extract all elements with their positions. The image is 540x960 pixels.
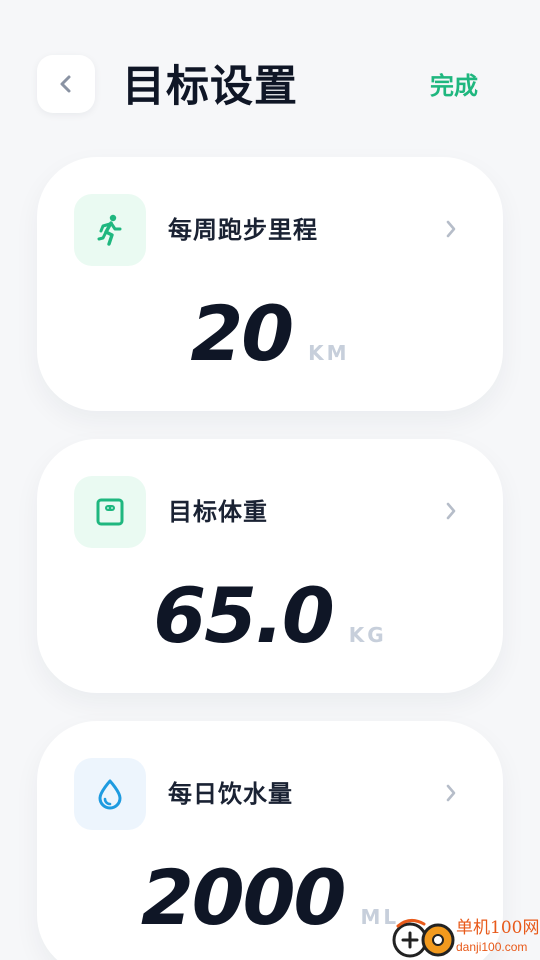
goal-unit: KG xyxy=(348,623,387,647)
scale-icon xyxy=(96,498,124,526)
chevron-right-icon xyxy=(446,502,456,520)
water-drop-icon xyxy=(98,779,122,810)
goal-value: 2000 xyxy=(140,853,347,942)
target-weight-card[interactable]: 目标体重 65.0 KG xyxy=(37,439,503,693)
goal-value: 20 xyxy=(190,289,294,378)
goal-unit: KM xyxy=(308,341,350,365)
card-label: 每日饮水量 xyxy=(168,780,293,808)
scale-icon-box xyxy=(74,476,146,548)
chevron-left-icon xyxy=(60,75,71,93)
watermark-logo-icon xyxy=(392,919,455,958)
back-button[interactable] xyxy=(37,55,95,113)
chevron-right-icon xyxy=(446,220,456,238)
goal-settings-page: 目标设置 完成 每周跑步里程 20 KM 目标体重 65.0 KG 每日饮水量 … xyxy=(0,0,540,960)
weekly-running-card[interactable]: 每周跑步里程 20 KM xyxy=(37,157,503,411)
watermark-url: danji100.com xyxy=(456,940,528,954)
running-icon xyxy=(97,214,122,246)
page-title: 目标设置 xyxy=(122,62,298,112)
running-icon-box xyxy=(74,194,146,266)
header: 目标设置 完成 xyxy=(0,0,540,160)
card-label: 目标体重 xyxy=(168,498,268,526)
watermark: 单机100网 danji100.com xyxy=(388,914,540,960)
value-row: 20 KM xyxy=(37,289,503,379)
goal-value: 65.0 xyxy=(153,571,335,660)
watermark-text: 单机100网 xyxy=(456,918,540,938)
chevron-right-icon xyxy=(446,784,456,802)
water-icon-box xyxy=(74,758,146,830)
done-button[interactable]: 完成 xyxy=(430,68,478,104)
value-row: 65.0 KG xyxy=(37,571,503,661)
card-label: 每周跑步里程 xyxy=(168,216,318,244)
